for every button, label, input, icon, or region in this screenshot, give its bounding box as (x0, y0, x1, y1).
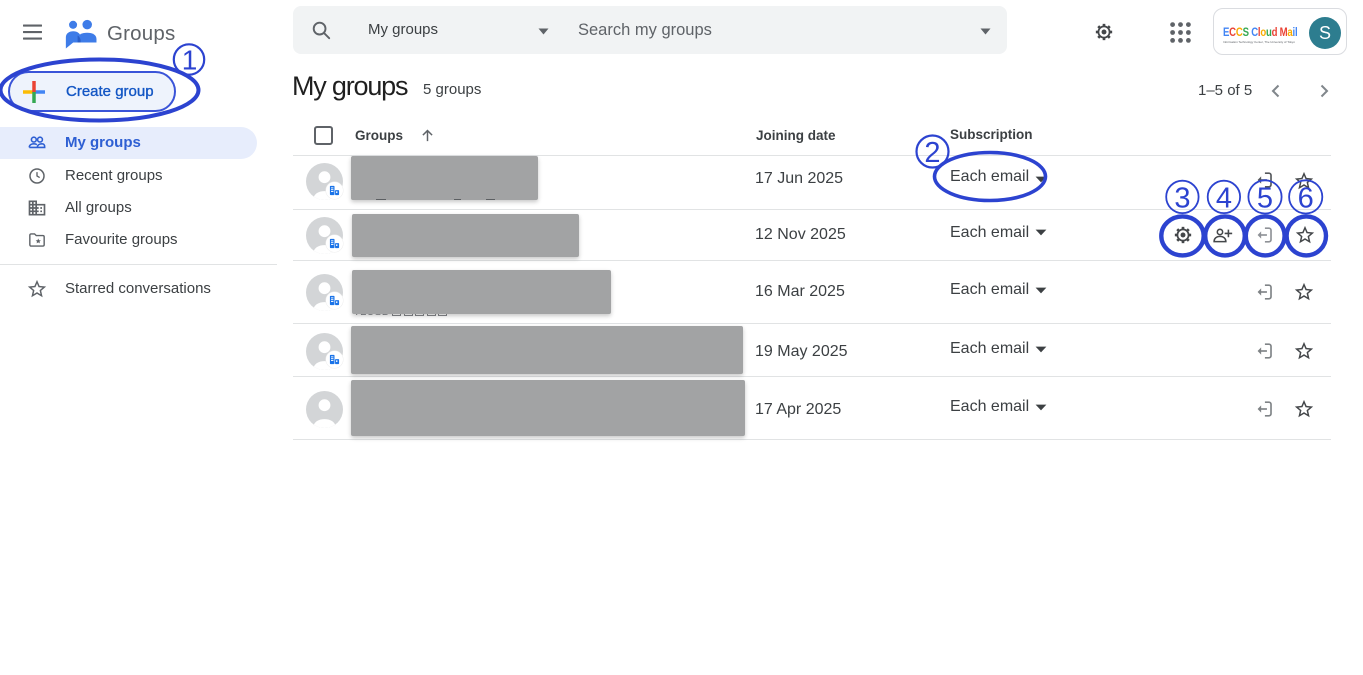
svg-text:3: 3 (1174, 182, 1190, 214)
svg-text:1: 1 (182, 45, 198, 76)
svg-text:4: 4 (1216, 182, 1232, 214)
svg-text:2: 2 (924, 137, 940, 169)
svg-text:5: 5 (1257, 182, 1273, 214)
svg-text:6: 6 (1298, 182, 1314, 214)
